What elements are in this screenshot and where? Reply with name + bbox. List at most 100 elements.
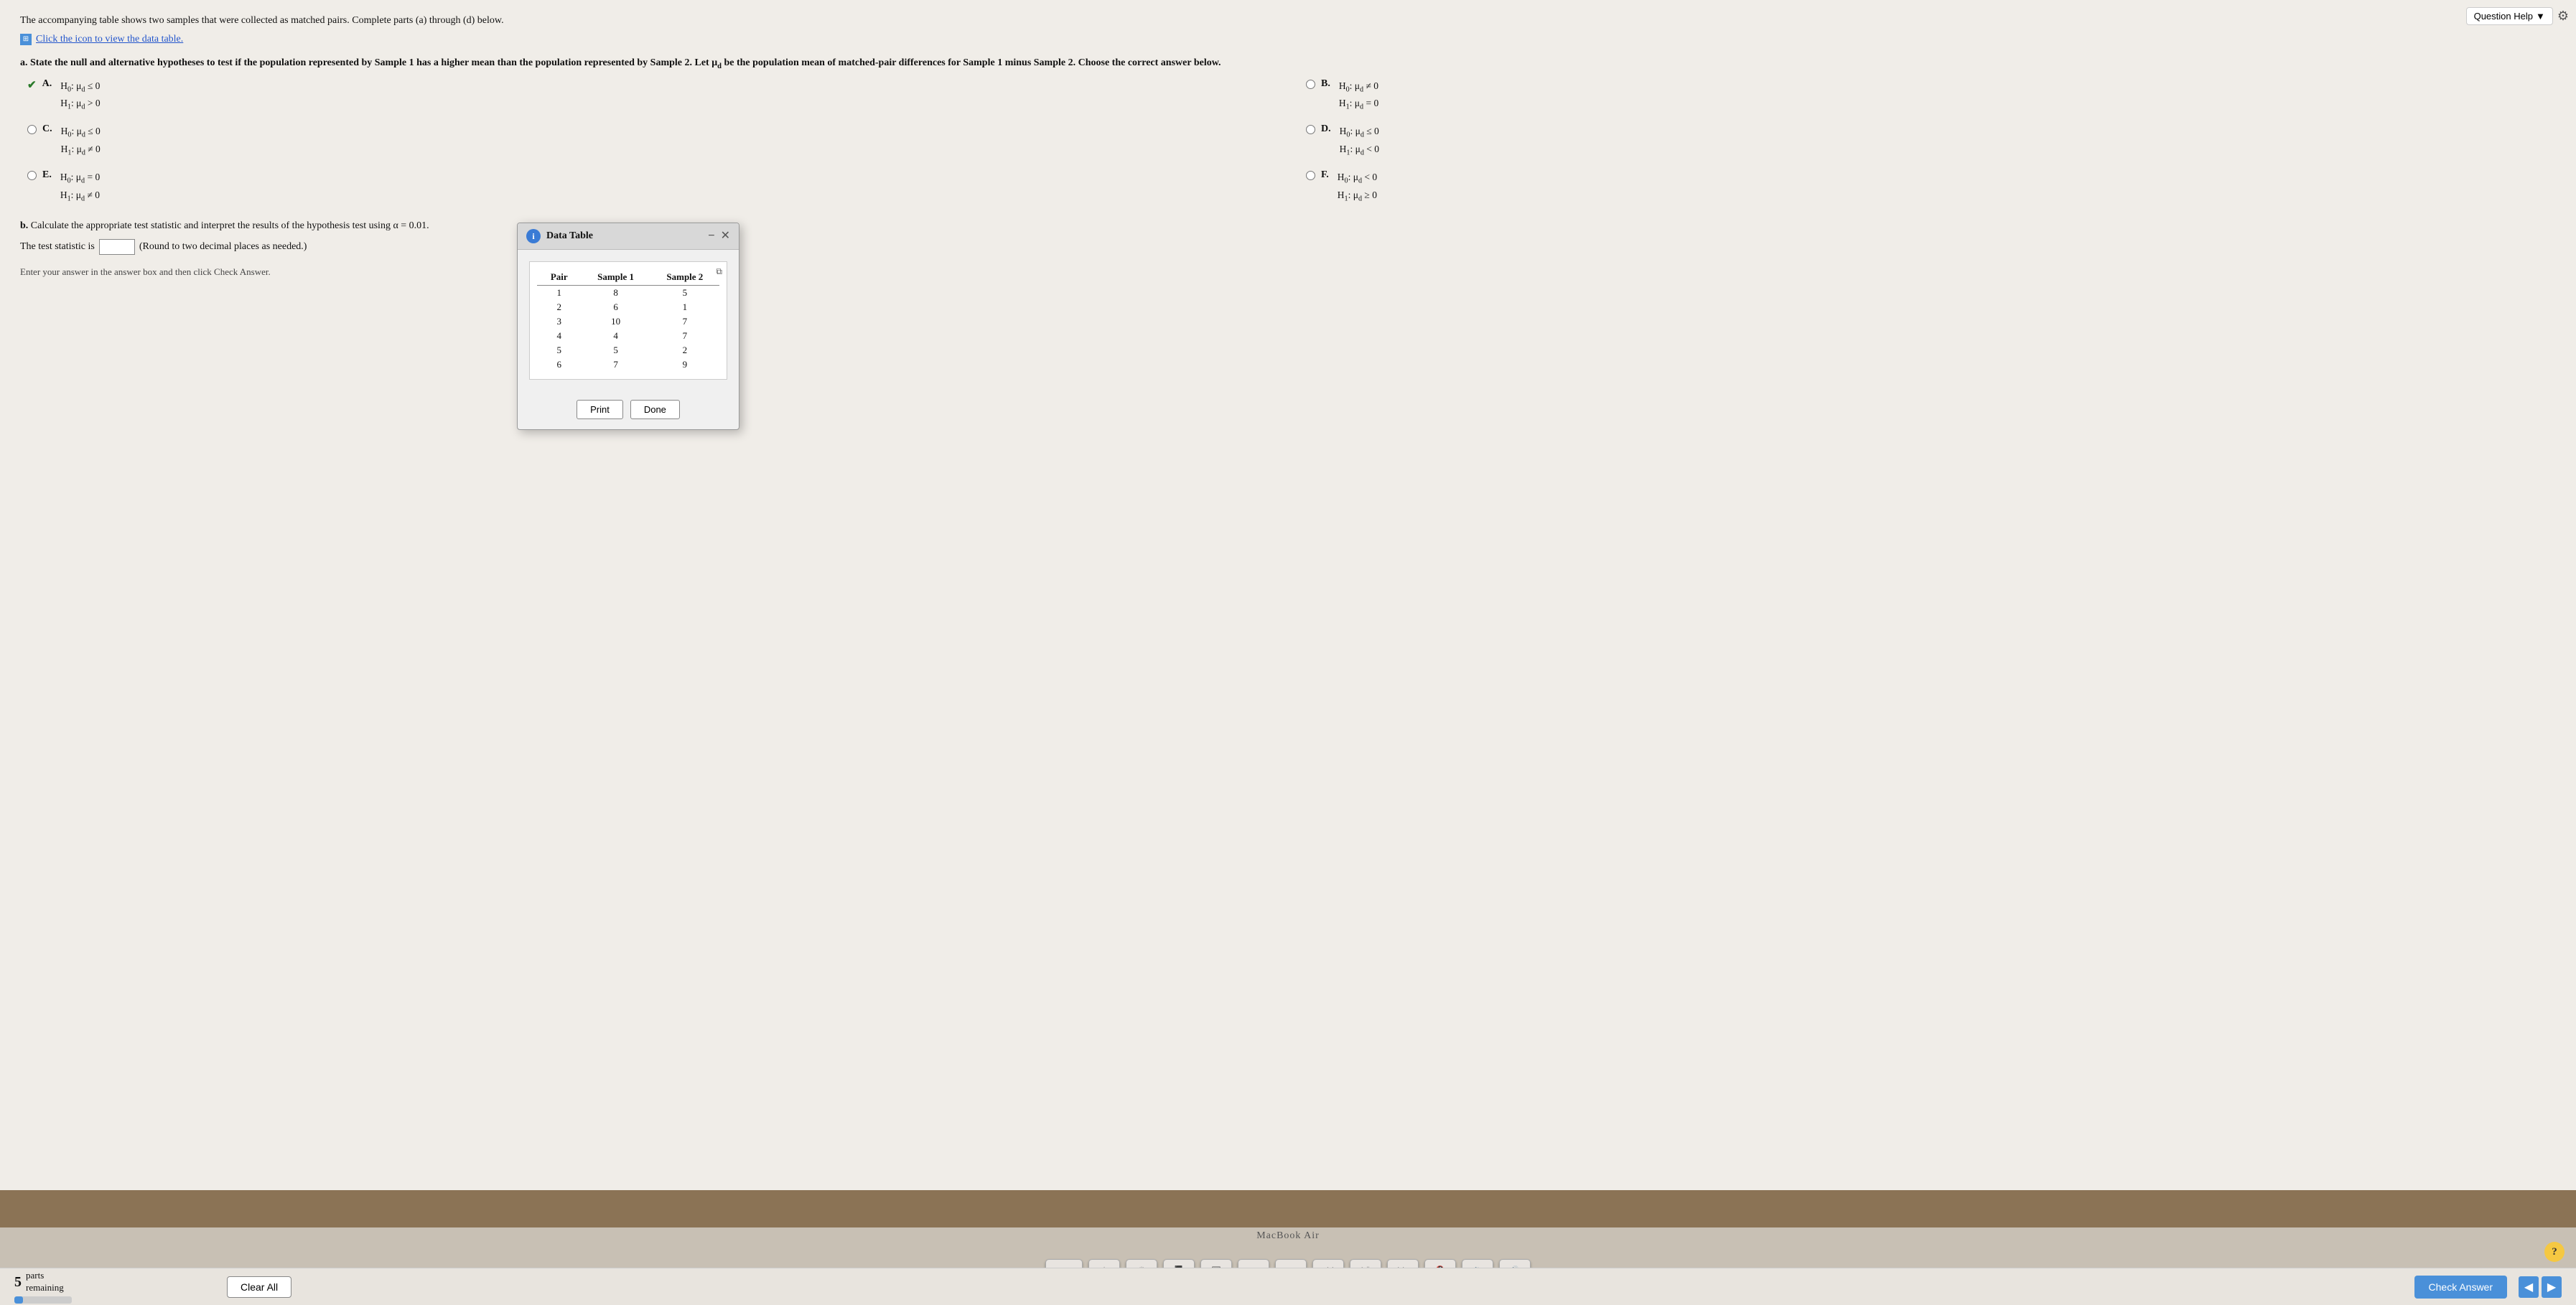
next-arrow-button[interactable]: ▶ bbox=[2542, 1276, 2562, 1298]
pair-2: 2 bbox=[537, 300, 581, 314]
option-c-text[interactable]: H0: μd ≤ 0 H1: μd ≠ 0 bbox=[61, 123, 101, 159]
part-b-section: b. Calculate the appropriate test statis… bbox=[20, 218, 2556, 255]
table-row: 4 4 7 bbox=[537, 329, 719, 343]
radio-f[interactable] bbox=[1306, 171, 1315, 180]
print-button[interactable]: Print bbox=[577, 400, 623, 419]
pair-3: 3 bbox=[537, 314, 581, 329]
pair-5: 5 bbox=[537, 343, 581, 357]
nav-arrows: ◀ ▶ bbox=[2519, 1276, 2562, 1298]
clear-all-button[interactable]: Clear All bbox=[227, 1276, 291, 1298]
s2-3: 7 bbox=[650, 314, 719, 329]
data-table: Pair Sample 1 Sample 2 1 8 5 bbox=[537, 269, 719, 372]
option-e-text[interactable]: H0: μd = 0 H1: μd ≠ 0 bbox=[60, 169, 100, 205]
data-table-modal[interactable]: i Data Table − ✕ ⧉ Pair Sample 1 S bbox=[517, 223, 739, 430]
hypothesis-option-f: F. H0: μd < 0 H1: μd ≥ 0 bbox=[1306, 169, 2556, 205]
copy-icon[interactable]: ⧉ bbox=[716, 266, 722, 277]
option-d-text[interactable]: H0: μd ≤ 0 H1: μd < 0 bbox=[1340, 123, 1379, 159]
table-row: 2 6 1 bbox=[537, 300, 719, 314]
help-circle[interactable]: ? bbox=[2544, 1242, 2565, 1262]
test-stat-text: The test statistic is bbox=[20, 241, 95, 253]
modal-title: Data Table bbox=[546, 230, 702, 242]
macbook-label: MacBook Air bbox=[0, 1227, 2576, 1248]
bottom-bar: 5 partsremaining Clear All Check Answer … bbox=[0, 1268, 2576, 1305]
s1-5: 5 bbox=[581, 343, 650, 357]
parts-label: partsremaining bbox=[26, 1270, 64, 1294]
hypotheses-options-grid: ✔ A. H0: μd ≤ 0 H1: μd > 0 B. H0: μd ≠ 0… bbox=[20, 78, 2556, 205]
hypothesis-option-d: D. H0: μd ≤ 0 H1: μd < 0 bbox=[1306, 123, 2556, 159]
modal-body: ⧉ Pair Sample 1 Sample 2 1 bbox=[518, 250, 739, 400]
question-help-label: Question Help bbox=[2474, 11, 2533, 22]
parts-number: 5 bbox=[14, 1273, 22, 1291]
modal-footer: Print Done bbox=[518, 400, 739, 429]
s2-6: 9 bbox=[650, 357, 719, 372]
modal-close-button[interactable]: ✕ bbox=[721, 230, 730, 242]
col-header-sample2: Sample 2 bbox=[650, 269, 719, 286]
part-a-label: a. State the null and alternative hypoth… bbox=[20, 55, 2556, 72]
problem-intro: The accompanying table shows two samples… bbox=[20, 13, 2556, 28]
chevron-down-icon: ▼ bbox=[2536, 11, 2545, 22]
grid-icon: ⊞ bbox=[20, 34, 32, 45]
table-row: 3 10 7 bbox=[537, 314, 719, 329]
option-b-label: B. bbox=[1321, 78, 1330, 90]
option-b-text[interactable]: H0: μd ≠ 0 H1: μd = 0 bbox=[1339, 78, 1378, 114]
modal-minimize-button[interactable]: − bbox=[708, 230, 714, 242]
top-right-controls: Question Help ▼ ⚙ bbox=[2466, 7, 2569, 25]
radio-d[interactable] bbox=[1306, 125, 1315, 134]
option-f-label: F. bbox=[1321, 169, 1329, 181]
s1-2: 6 bbox=[581, 300, 650, 314]
s1-4: 4 bbox=[581, 329, 650, 343]
option-d-label: D. bbox=[1321, 123, 1331, 135]
option-a-text[interactable]: H0: μd ≤ 0 H1: μd > 0 bbox=[60, 78, 100, 114]
hypothesis-option-a: ✔ A. H0: μd ≤ 0 H1: μd > 0 bbox=[27, 78, 1277, 114]
checkmark-a: ✔ bbox=[27, 78, 37, 92]
hypothesis-option-c: C. H0: μd ≤ 0 H1: μd ≠ 0 bbox=[27, 123, 1277, 159]
screen: Question Help ▼ ⚙ The accompanying table… bbox=[0, 0, 2576, 1305]
radio-b[interactable] bbox=[1306, 80, 1315, 89]
pair-1: 1 bbox=[537, 286, 581, 301]
pair-4: 4 bbox=[537, 329, 581, 343]
option-c-label: C. bbox=[42, 123, 52, 135]
table-row: 5 5 2 bbox=[537, 343, 719, 357]
col-header-pair: Pair bbox=[537, 269, 581, 286]
progress-bar bbox=[14, 1296, 72, 1304]
option-a-label: A. bbox=[42, 78, 52, 90]
data-table-link-text[interactable]: Click the icon to view the data table. bbox=[36, 34, 183, 45]
table-row: 1 8 5 bbox=[537, 286, 719, 301]
main-content: Question Help ▼ ⚙ The accompanying table… bbox=[0, 0, 2576, 1190]
s2-1: 5 bbox=[650, 286, 719, 301]
s1-3: 10 bbox=[581, 314, 650, 329]
radio-e[interactable] bbox=[27, 171, 37, 180]
done-button[interactable]: Done bbox=[630, 400, 680, 419]
modal-controls: − ✕ bbox=[708, 230, 730, 242]
pair-6: 6 bbox=[537, 357, 581, 372]
option-f-text[interactable]: H0: μd < 0 H1: μd ≥ 0 bbox=[1338, 169, 1377, 205]
info-icon: i bbox=[526, 229, 541, 243]
s2-4: 7 bbox=[650, 329, 719, 343]
part-b-text: b. Calculate the appropriate test statis… bbox=[20, 218, 2556, 233]
s1-6: 7 bbox=[581, 357, 650, 372]
radio-c[interactable] bbox=[27, 125, 37, 134]
prev-arrow-button[interactable]: ◀ bbox=[2519, 1276, 2539, 1298]
check-answer-button[interactable]: Check Answer bbox=[2414, 1276, 2507, 1299]
hypothesis-option-b: B. H0: μd ≠ 0 H1: μd = 0 bbox=[1306, 78, 2556, 114]
s1-1: 8 bbox=[581, 286, 650, 301]
col-header-sample1: Sample 1 bbox=[581, 269, 650, 286]
s2-2: 1 bbox=[650, 300, 719, 314]
data-table-inner: ⧉ Pair Sample 1 Sample 2 1 bbox=[529, 261, 727, 380]
part-a-section: a. State the null and alternative hypoth… bbox=[20, 55, 2556, 205]
modal-header: i Data Table − ✕ bbox=[518, 223, 739, 250]
test-stat-hint: (Round to two decimal places as needed.) bbox=[139, 241, 307, 253]
table-row: 6 7 9 bbox=[537, 357, 719, 372]
data-table-link-row: ⊞ Click the icon to view the data table. bbox=[20, 34, 2556, 45]
test-stat-input[interactable] bbox=[99, 239, 135, 255]
option-e-label: E. bbox=[42, 169, 52, 181]
parts-remaining: 5 partsremaining bbox=[14, 1270, 72, 1304]
settings-button[interactable]: ⚙ bbox=[2557, 9, 2569, 24]
progress-bar-fill bbox=[14, 1296, 23, 1304]
question-help-button[interactable]: Question Help ▼ bbox=[2466, 7, 2553, 25]
hypothesis-option-e: E. H0: μd = 0 H1: μd ≠ 0 bbox=[27, 169, 1277, 205]
part-a-text: State the null and alternative hypothese… bbox=[30, 57, 1221, 68]
s2-5: 2 bbox=[650, 343, 719, 357]
enter-answer-text: Enter your answer in the answer box and … bbox=[20, 266, 2556, 278]
test-stat-line: The test statistic is (Round to two deci… bbox=[20, 239, 2556, 255]
